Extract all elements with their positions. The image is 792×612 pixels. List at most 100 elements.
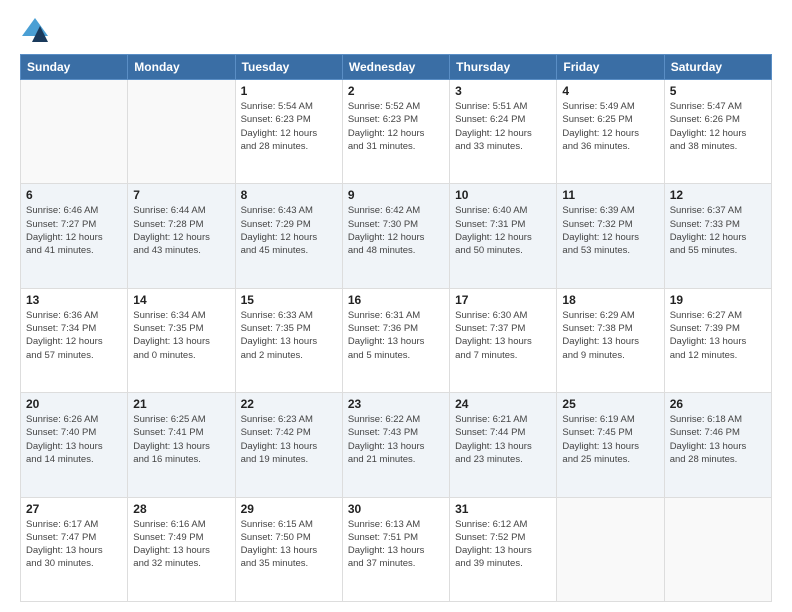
day-number: 27 [26,502,122,516]
day-number: 1 [241,84,337,98]
day-number: 24 [455,397,551,411]
day-number: 3 [455,84,551,98]
calendar-cell: 19Sunrise: 6:27 AM Sunset: 7:39 PM Dayli… [664,288,771,392]
calendar-cell: 23 Sunrise: 6:22 AM Sunset: 7:43 PM Dayli… [342,393,449,497]
calendar-table: SundayMondayTuesdayWednesdayThursdayFrid… [20,54,772,602]
page: SundayMondayTuesdayWednesdayThursdayFrid… [0,0,792,612]
day-info: Sunrise: 6:37 AM Sunset: 7:33 PM Dayligh… [670,204,766,257]
day-info: Sunrise: 6:42 AM Sunset: 7:30 PM Dayligh… [348,204,444,257]
day-number: 15 [241,293,337,307]
calendar-cell: 1 Sunrise: 5:54 AM Sunset: 6:23 PM Daylig… [235,80,342,184]
weekday-header-sunday: Sunday [21,55,128,80]
calendar-cell: 28 Sunrise: 6:16 AM Sunset: 7:49 PM Dayli… [128,497,235,601]
week-row-5: 27 Sunrise: 6:17 AM Sunset: 7:47 PM Dayli… [21,497,772,601]
day-info: Sunrise: 6:30 AM Sunset: 7:37 PM Dayligh… [455,309,551,362]
calendar-cell: 2 Sunrise: 5:52 AM Sunset: 6:23 PM Daylig… [342,80,449,184]
calendar-cell: 17Sunrise: 6:30 AM Sunset: 7:37 PM Dayli… [450,288,557,392]
weekday-header-monday: Monday [128,55,235,80]
day-number: 10 [455,188,551,202]
day-number: 30 [348,502,444,516]
calendar-cell: 21 Sunrise: 6:25 AM Sunset: 7:41 PM Dayli… [128,393,235,497]
calendar-cell: 22 Sunrise: 6:23 AM Sunset: 7:42 PM Dayli… [235,393,342,497]
calendar-cell: 29Sunrise: 6:15 AM Sunset: 7:50 PM Dayli… [235,497,342,601]
day-info: Sunrise: 6:17 AM Sunset: 7:47 PM Dayligh… [26,518,122,571]
day-info: Sunrise: 6:29 AM Sunset: 7:38 PM Dayligh… [562,309,658,362]
day-number: 11 [562,188,658,202]
week-row-2: 6 Sunrise: 6:46 AM Sunset: 7:27 PM Daylig… [21,184,772,288]
day-info: Sunrise: 6:27 AM Sunset: 7:39 PM Dayligh… [670,309,766,362]
weekday-header-thursday: Thursday [450,55,557,80]
day-info: Sunrise: 6:43 AM Sunset: 7:29 PM Dayligh… [241,204,337,257]
calendar-cell: 5 Sunrise: 5:47 AM Sunset: 6:26 PM Daylig… [664,80,771,184]
day-number: 31 [455,502,551,516]
calendar-cell [21,80,128,184]
day-number: 16 [348,293,444,307]
calendar-cell: 20 Sunrise: 6:26 AM Sunset: 7:40 PM Dayli… [21,393,128,497]
day-info: Sunrise: 6:40 AM Sunset: 7:31 PM Dayligh… [455,204,551,257]
day-info: Sunrise: 6:18 AM Sunset: 7:46 PM Dayligh… [670,413,766,466]
day-info: Sunrise: 5:52 AM Sunset: 6:23 PM Dayligh… [348,100,444,153]
calendar-cell: 9Sunrise: 6:42 AM Sunset: 7:30 PM Daylig… [342,184,449,288]
day-number: 13 [26,293,122,307]
calendar-cell: 13 Sunrise: 6:36 AM Sunset: 7:34 PM Dayli… [21,288,128,392]
weekday-header-saturday: Saturday [664,55,771,80]
calendar-cell: 15 Sunrise: 6:33 AM Sunset: 7:35 PM Dayli… [235,288,342,392]
weekday-header-tuesday: Tuesday [235,55,342,80]
calendar-cell: 27 Sunrise: 6:17 AM Sunset: 7:47 PM Dayli… [21,497,128,601]
day-info: Sunrise: 6:23 AM Sunset: 7:42 PM Dayligh… [241,413,337,466]
day-info: Sunrise: 6:33 AM Sunset: 7:35 PM Dayligh… [241,309,337,362]
calendar-cell: 8 Sunrise: 6:43 AM Sunset: 7:29 PM Daylig… [235,184,342,288]
day-info: Sunrise: 6:36 AM Sunset: 7:34 PM Dayligh… [26,309,122,362]
week-row-1: 1 Sunrise: 5:54 AM Sunset: 6:23 PM Daylig… [21,80,772,184]
day-number: 5 [670,84,766,98]
calendar-cell: 30 Sunrise: 6:13 AM Sunset: 7:51 PM Dayli… [342,497,449,601]
day-info: Sunrise: 6:15 AM Sunset: 7:50 PM Dayligh… [241,518,337,571]
calendar-cell: 24Sunrise: 6:21 AM Sunset: 7:44 PM Dayli… [450,393,557,497]
calendar-cell: 12 Sunrise: 6:37 AM Sunset: 7:33 PM Dayli… [664,184,771,288]
day-info: Sunrise: 6:25 AM Sunset: 7:41 PM Dayligh… [133,413,229,466]
calendar-cell: 26 Sunrise: 6:18 AM Sunset: 7:46 PM Dayli… [664,393,771,497]
day-info: Sunrise: 6:12 AM Sunset: 7:52 PM Dayligh… [455,518,551,571]
day-number: 25 [562,397,658,411]
day-info: Sunrise: 6:46 AM Sunset: 7:27 PM Dayligh… [26,204,122,257]
day-number: 18 [562,293,658,307]
day-info: Sunrise: 6:16 AM Sunset: 7:49 PM Dayligh… [133,518,229,571]
day-info: Sunrise: 6:22 AM Sunset: 7:43 PM Dayligh… [348,413,444,466]
header [20,16,772,44]
day-info: Sunrise: 5:54 AM Sunset: 6:23 PM Dayligh… [241,100,337,153]
day-info: Sunrise: 6:13 AM Sunset: 7:51 PM Dayligh… [348,518,444,571]
day-number: 20 [26,397,122,411]
week-row-4: 20 Sunrise: 6:26 AM Sunset: 7:40 PM Dayli… [21,393,772,497]
day-number: 6 [26,188,122,202]
calendar-cell: 3 Sunrise: 5:51 AM Sunset: 6:24 PM Daylig… [450,80,557,184]
day-number: 12 [670,188,766,202]
day-info: Sunrise: 6:26 AM Sunset: 7:40 PM Dayligh… [26,413,122,466]
weekday-header-friday: Friday [557,55,664,80]
day-number: 21 [133,397,229,411]
weekday-header-row: SundayMondayTuesdayWednesdayThursdayFrid… [21,55,772,80]
day-number: 4 [562,84,658,98]
calendar-cell [557,497,664,601]
calendar-cell: 6 Sunrise: 6:46 AM Sunset: 7:27 PM Daylig… [21,184,128,288]
day-number: 23 [348,397,444,411]
day-info: Sunrise: 6:44 AM Sunset: 7:28 PM Dayligh… [133,204,229,257]
day-number: 28 [133,502,229,516]
logo [20,16,52,44]
day-info: Sunrise: 5:49 AM Sunset: 6:25 PM Dayligh… [562,100,658,153]
calendar-cell: 10 Sunrise: 6:40 AM Sunset: 7:31 PM Dayli… [450,184,557,288]
day-info: Sunrise: 6:31 AM Sunset: 7:36 PM Dayligh… [348,309,444,362]
day-number: 22 [241,397,337,411]
day-number: 2 [348,84,444,98]
calendar-cell: 18 Sunrise: 6:29 AM Sunset: 7:38 PM Dayli… [557,288,664,392]
week-row-3: 13 Sunrise: 6:36 AM Sunset: 7:34 PM Dayli… [21,288,772,392]
calendar-cell: 14Sunrise: 6:34 AM Sunset: 7:35 PM Dayli… [128,288,235,392]
day-number: 26 [670,397,766,411]
calendar-cell: 4 Sunrise: 5:49 AM Sunset: 6:25 PM Daylig… [557,80,664,184]
calendar-cell: 7Sunrise: 6:44 AM Sunset: 7:28 PM Daylig… [128,184,235,288]
day-number: 8 [241,188,337,202]
day-info: Sunrise: 5:47 AM Sunset: 6:26 PM Dayligh… [670,100,766,153]
logo-icon [20,16,50,44]
day-info: Sunrise: 6:34 AM Sunset: 7:35 PM Dayligh… [133,309,229,362]
day-info: Sunrise: 5:51 AM Sunset: 6:24 PM Dayligh… [455,100,551,153]
weekday-header-wednesday: Wednesday [342,55,449,80]
